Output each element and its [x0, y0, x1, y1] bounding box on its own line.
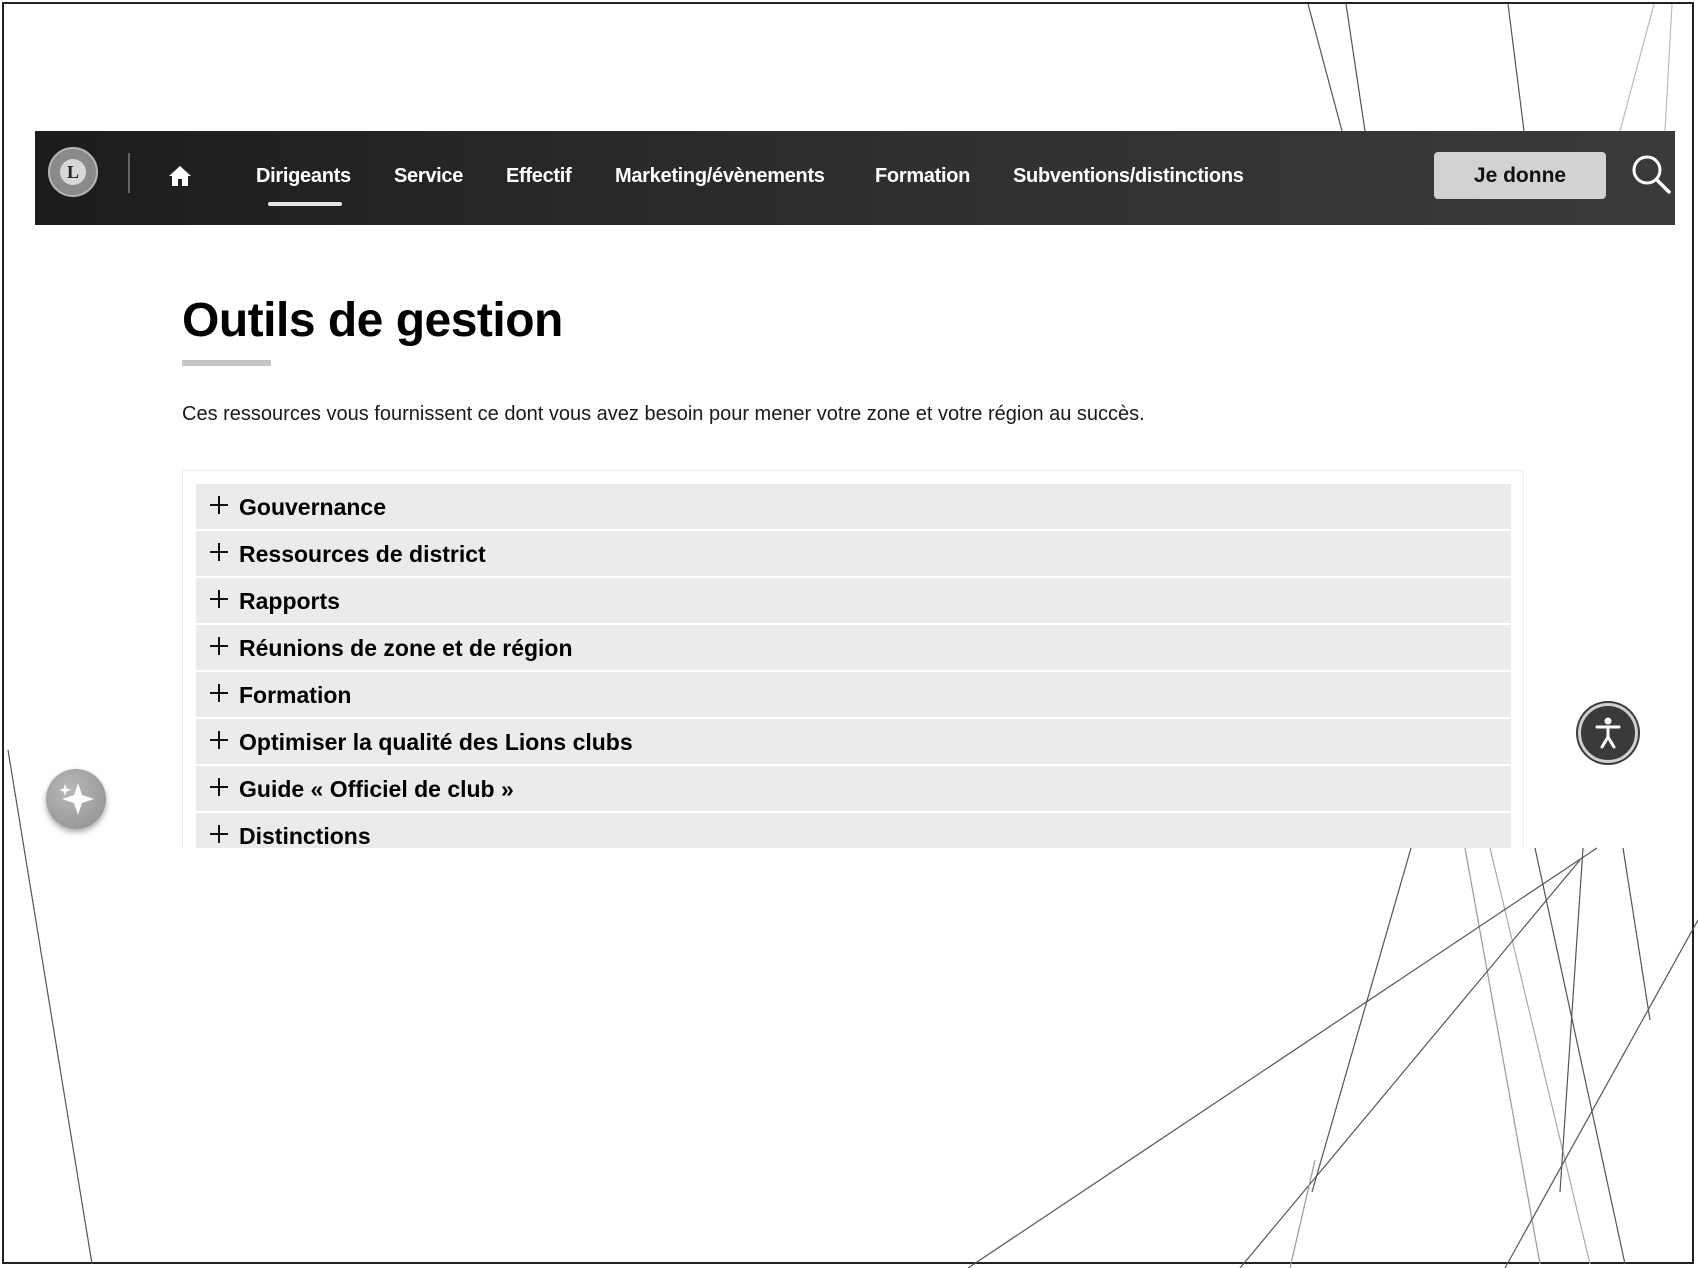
accordion-label: Ressources de district [239, 541, 486, 567]
search-icon[interactable] [1630, 153, 1672, 195]
accordion-item-guide-officiel[interactable]: Guide « Officiel de club » [196, 766, 1511, 811]
nav-link-service[interactable]: Service [394, 165, 463, 188]
plus-icon [210, 684, 228, 702]
lions-logo[interactable]: L [48, 147, 98, 197]
sparkle-icon [59, 783, 94, 815]
donate-button[interactable]: Je donne [1434, 152, 1606, 199]
intro-text: Ces ressources vous fournissent ce dont … [182, 403, 1145, 425]
accessibility-button[interactable] [1578, 703, 1638, 763]
accordion-label: Optimiser la qualité des Lions clubs [239, 729, 633, 755]
plus-icon [210, 590, 228, 608]
accessibility-icon [1595, 717, 1621, 749]
nav-link-effectif[interactable]: Effectif [506, 165, 572, 188]
logo-letter: L [60, 159, 86, 185]
top-nav-bar: L Dirigeants Service Effectif Marketing/… [35, 131, 1675, 225]
plus-icon [210, 496, 228, 514]
accordion-label: Formation [239, 682, 352, 708]
accordion-label: Rapports [239, 588, 340, 614]
accordion-item-formation[interactable]: Formation [196, 672, 1511, 717]
nav-link-dirigeants[interactable]: Dirigeants [256, 165, 351, 188]
ai-assistant-button[interactable] [46, 769, 106, 829]
plus-icon [210, 731, 228, 749]
home-icon[interactable] [168, 165, 192, 187]
plus-icon [210, 543, 228, 561]
accordion-label: Réunions de zone et de région [239, 635, 573, 661]
nav-link-formation[interactable]: Formation [875, 165, 970, 188]
accordion-item-rapports[interactable]: Rapports [196, 578, 1511, 623]
active-nav-indicator [268, 202, 342, 206]
accordion-item-distinctions[interactable]: Distinctions [196, 813, 1511, 848]
accordion: Gouvernance Ressources de district Rappo… [182, 470, 1524, 848]
plus-icon [210, 637, 228, 655]
accordion-item-gouvernance[interactable]: Gouvernance [196, 484, 1511, 529]
accordion-label: Guide « Officiel de club » [239, 776, 514, 802]
accordion-item-reunions[interactable]: Réunions de zone et de région [196, 625, 1511, 670]
accordion-label: Distinctions [239, 823, 371, 848]
nav-link-marketing[interactable]: Marketing/évènements [615, 165, 825, 188]
nav-link-subventions[interactable]: Subventions/distinctions [1013, 165, 1244, 188]
accordion-label: Gouvernance [239, 494, 386, 520]
title-underline [182, 360, 271, 366]
plus-icon [210, 825, 228, 843]
nav-divider [128, 153, 130, 193]
accordion-item-ressources-district[interactable]: Ressources de district [196, 531, 1511, 576]
accordion-item-optimiser-qualite[interactable]: Optimiser la qualité des Lions clubs [196, 719, 1511, 764]
page-title: Outils de gestion [182, 294, 563, 347]
plus-icon [210, 778, 228, 796]
